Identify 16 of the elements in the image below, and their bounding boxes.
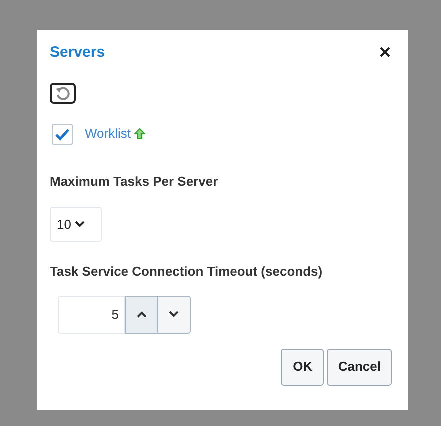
worklist-link[interactable]: Worklist [85, 124, 131, 144]
chevron-down-icon [169, 311, 179, 318]
close-button[interactable]: × [379, 43, 391, 64]
field-label: Maximum Tasks Per Server [50, 172, 220, 190]
refresh-icon [55, 86, 71, 100]
max-tasks-select[interactable]: 10 [50, 207, 102, 242]
refresh-button[interactable] [50, 82, 76, 104]
cancel-button[interactable]: Cancel [327, 348, 392, 386]
worklist-checkbox[interactable] [52, 124, 73, 144]
chevron-up-icon [136, 311, 146, 318]
chevron-down-icon [75, 221, 86, 228]
dialog-title: Servers [50, 43, 106, 63]
up-arrow-icon [134, 128, 146, 140]
field-label: Task Service Connection Timeout (seconds) [50, 263, 324, 281]
ok-button[interactable]: OK [281, 348, 324, 386]
timeout-input[interactable]: 5 [58, 296, 125, 334]
